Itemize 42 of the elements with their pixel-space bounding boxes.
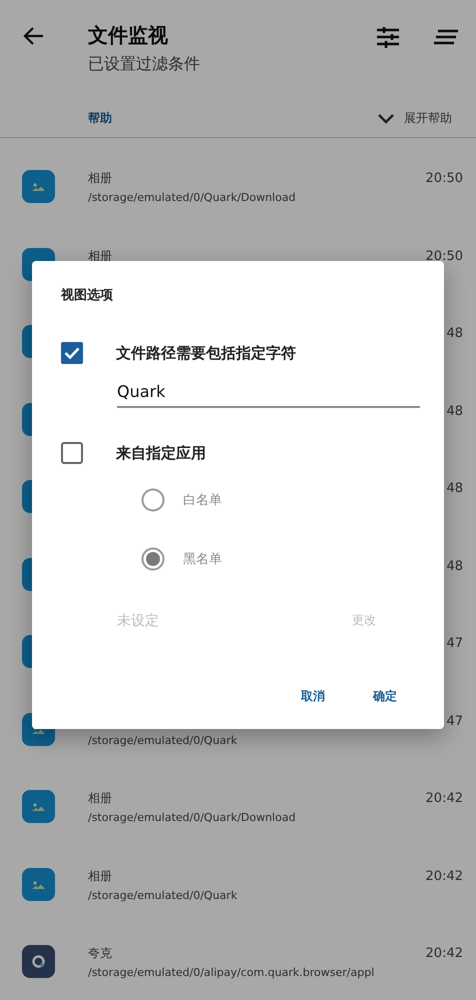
app-name: 夸克 <box>88 945 113 961</box>
help-label: 帮助 <box>88 110 113 127</box>
checkbox-label: 来自指定应用 <box>116 444 206 462</box>
dialog-button[interactable]: 取消 <box>295 684 331 709</box>
file-path: /storage/emulated/0/alipay/com.quark.browser/appl <box>88 965 376 981</box>
checkbox-label: 文件路径需要包括指定字符 <box>116 344 296 362</box>
image-icon <box>22 868 55 900</box>
screen-title: 文件监视 <box>88 22 169 48</box>
app-value: 未设定 <box>117 612 160 630</box>
radio-label: 黑名单 <box>183 550 222 568</box>
sort-icon[interactable] <box>434 27 458 47</box>
screen-subtitle: 已设置过滤条件 <box>88 53 201 75</box>
event-time: 48 <box>446 480 463 498</box>
sliders-icon[interactable] <box>376 25 400 49</box>
event-time: 20:50 <box>426 248 463 266</box>
dialog-title: 视图选项 <box>61 287 114 305</box>
app-name: 相册 <box>88 248 113 264</box>
ring-icon <box>22 945 55 978</box>
event-time: 47 <box>446 712 463 730</box>
event-time: 20:42 <box>426 790 463 808</box>
text-field[interactable]: Quark <box>117 376 420 408</box>
event-time: 20:50 <box>426 170 463 188</box>
image-icon <box>22 790 55 823</box>
event-time: 48 <box>446 325 463 343</box>
file-path: /storage/emulated/0/Quark <box>88 732 238 748</box>
event-time: 47 <box>446 635 463 653</box>
file-path: /storage/emulated/0/Quark/Download <box>88 810 297 826</box>
app-name: 相册 <box>88 868 113 884</box>
radio-label: 白名单 <box>183 492 222 508</box>
expand-help-button[interactable]: 展开帮助 <box>404 110 452 127</box>
file-path: /storage/emulated/0/Quark <box>88 888 238 904</box>
app-name: 相册 <box>88 790 113 806</box>
checkbox[interactable] <box>61 342 83 364</box>
dialog-button[interactable]: 确定 <box>367 684 403 709</box>
event-time: 20:42 <box>426 945 463 963</box>
event-time: 48 <box>446 402 463 420</box>
event-time: 20:42 <box>426 868 463 886</box>
event-time: 48 <box>446 558 463 576</box>
app-name: 相册 <box>88 170 113 186</box>
chevron-icon[interactable] <box>378 114 394 124</box>
image-icon <box>22 170 55 203</box>
file-path: /storage/emulated/0/Quark/Download <box>88 190 297 206</box>
